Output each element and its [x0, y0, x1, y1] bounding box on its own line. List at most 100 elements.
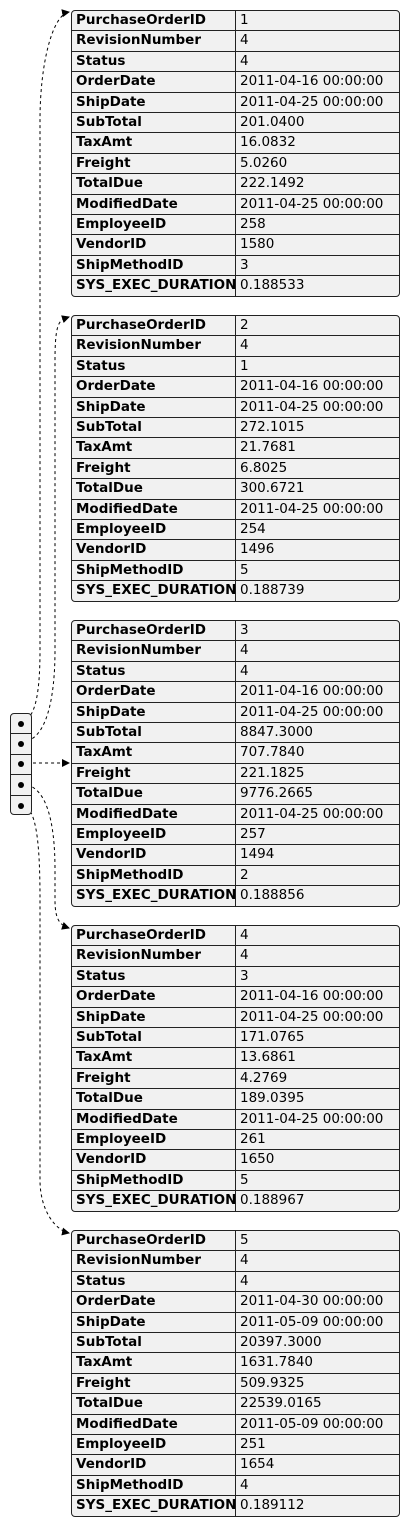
record-row: PurchaseOrderID 2 — [72, 316, 399, 337]
field-name: Freight — [72, 458, 236, 479]
field-name: Status — [72, 51, 236, 72]
pointer-dot — [18, 781, 24, 788]
record-row: TotalDue 222.1492 — [72, 174, 399, 195]
field-value: 1 — [240, 12, 249, 28]
field-value: 2011-04-25 00:00:00 — [240, 500, 384, 517]
field-value: 509.9325 — [240, 1374, 305, 1391]
field-name: ShipDate — [72, 1312, 236, 1332]
field-name: TaxAmt — [72, 438, 236, 458]
field-name: Freight — [72, 763, 236, 784]
field-name: PurchaseOrderID — [72, 316, 236, 336]
field-value: 2011-04-25 00:00:00 — [240, 1008, 384, 1025]
field-value: 13.6861 — [240, 1049, 296, 1066]
record-row: EmployeeID 254 — [72, 519, 399, 541]
field-name: VendorID — [72, 235, 236, 255]
record-row: TotalDue 189.0395 — [72, 1089, 399, 1110]
field-name: PurchaseOrderID — [72, 11, 236, 31]
record-row: Status 4 — [72, 661, 399, 683]
record-row: ShipDate 2011-04-25 00:00:00 — [72, 92, 399, 113]
field-value: 5.0260 — [240, 154, 288, 171]
record-row: VendorID 1496 — [72, 540, 399, 561]
arrow-to-record-1 — [20, 9, 70, 722]
record-table: PurchaseOrderID 4 RevisionNumber 4 Status 3 Or… — [71, 925, 400, 1213]
field-value: 2011-04-25 00:00:00 — [240, 195, 384, 212]
pointer-dot — [18, 741, 24, 748]
field-value: 9776.2665 — [240, 785, 314, 802]
field-name: ModifiedDate — [72, 1414, 236, 1434]
field-value: 2011-05-09 00:00:00 — [240, 1313, 384, 1330]
field-value: 2011-04-25 00:00:00 — [240, 1110, 384, 1127]
field-name: SYS_EXEC_DURATION — [72, 886, 236, 907]
field-value: 2011-04-16 00:00:00 — [240, 73, 384, 90]
field-name: TotalDue — [72, 784, 236, 804]
record-row: PurchaseOrderID 5 — [72, 1231, 399, 1252]
pointer-dot — [18, 720, 24, 727]
field-name: ShipMethodID — [72, 255, 236, 276]
record-row: OrderDate 2011-04-16 00:00:00 — [72, 377, 399, 398]
field-name: SubTotal — [72, 1027, 236, 1048]
field-value: 3 — [240, 622, 249, 638]
field-value: 4 — [240, 52, 249, 69]
field-value: 2011-04-25 00:00:00 — [240, 93, 384, 110]
record-row: TotalDue 300.6721 — [72, 479, 399, 500]
record-row: SubTotal 171.0765 — [72, 1027, 399, 1049]
field-value: 2 — [240, 866, 249, 883]
record-row: SubTotal 201.0400 — [72, 112, 399, 134]
record-row: TaxAmt 16.0832 — [72, 133, 399, 154]
record-row: ShipMethodID 4 — [72, 1475, 399, 1497]
record-row: Freight 4.2769 — [72, 1068, 399, 1090]
field-name: SYS_EXEC_DURATION — [72, 1496, 236, 1517]
record-row: SYS_EXEC_DURATION 0.188856 — [72, 886, 399, 907]
record-row: TotalDue 22539.0165 — [72, 1394, 399, 1415]
field-value: 4.2769 — [240, 1069, 288, 1086]
record-row: RevisionNumber 4 — [72, 946, 399, 967]
field-name: RevisionNumber — [72, 1251, 236, 1271]
field-name: TaxAmt — [72, 1353, 236, 1373]
record-row: SubTotal 272.1015 — [72, 417, 399, 439]
field-name: TotalDue — [72, 1394, 236, 1414]
field-value: 4 — [240, 1252, 249, 1269]
field-name: TaxAmt — [72, 743, 236, 763]
field-name: EmployeeID — [72, 519, 236, 540]
field-name: ShipMethodID — [72, 1475, 236, 1496]
record-row: SYS_EXEC_DURATION 0.188533 — [72, 276, 399, 297]
field-name: TotalDue — [72, 1089, 236, 1109]
field-value: 4 — [240, 927, 249, 943]
record-row: PurchaseOrderID 4 — [72, 926, 399, 947]
record-row: TotalDue 9776.2665 — [72, 784, 399, 805]
field-value: 221.1825 — [240, 764, 305, 781]
field-name: OrderDate — [72, 682, 236, 702]
field-value: 16.0832 — [240, 134, 296, 151]
field-value: 0.188739 — [240, 582, 305, 599]
arrow-to-record-2 — [20, 315, 70, 743]
record-row: Status 1 — [72, 356, 399, 378]
record-row: OrderDate 2011-04-16 00:00:00 — [72, 72, 399, 93]
field-name: ShipMethodID — [72, 560, 236, 581]
record-row: PurchaseOrderID 3 — [72, 621, 399, 642]
field-value: 5 — [240, 1232, 249, 1248]
field-value: 3 — [240, 967, 249, 984]
field-value: 0.188967 — [240, 1192, 305, 1209]
field-value: 272.1015 — [240, 418, 305, 435]
field-name: VendorID — [72, 845, 236, 865]
field-value: 21.7681 — [240, 439, 296, 456]
record-row: SYS_EXEC_DURATION 0.188739 — [72, 581, 399, 602]
array-cell — [11, 775, 31, 796]
record-row: ShipDate 2011-05-09 00:00:00 — [72, 1312, 399, 1333]
field-value: 2011-04-16 00:00:00 — [240, 683, 384, 700]
field-value: 6.8025 — [240, 459, 288, 476]
field-value: 2011-04-25 00:00:00 — [240, 398, 384, 415]
record-row: ModifiedDate 2011-04-25 00:00:00 — [72, 804, 399, 825]
record-row: TaxAmt 707.7840 — [72, 743, 399, 764]
field-name: SubTotal — [72, 112, 236, 133]
field-value: 251 — [240, 1435, 266, 1452]
field-name: ShipDate — [72, 397, 236, 417]
record-row: ModifiedDate 2011-04-25 00:00:00 — [72, 499, 399, 520]
record-row: ShipMethodID 3 — [72, 255, 399, 277]
field-name: RevisionNumber — [72, 946, 236, 966]
field-value: 2011-04-25 00:00:00 — [240, 703, 384, 720]
field-name: RevisionNumber — [72, 31, 236, 51]
field-value: 0.188533 — [240, 277, 305, 294]
record-row: VendorID 1654 — [72, 1455, 399, 1476]
field-value: 171.0765 — [240, 1028, 305, 1045]
